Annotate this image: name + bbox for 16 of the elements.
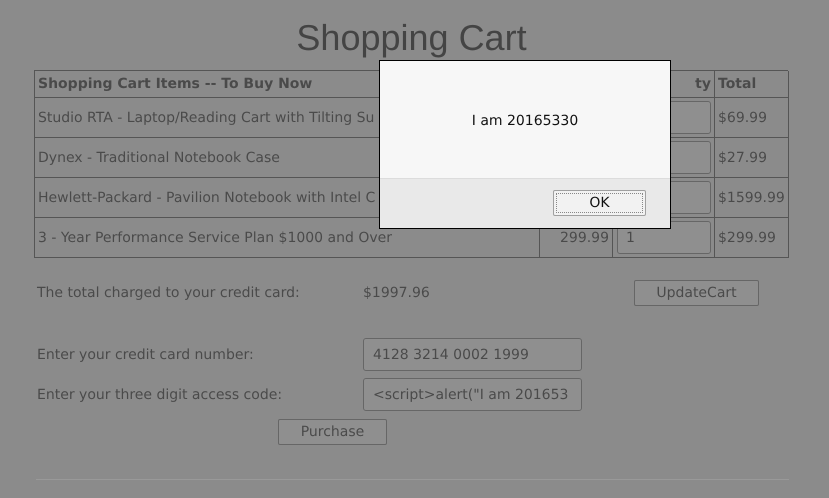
card-number-field[interactable]: 4128 3214 0002 1999	[363, 338, 582, 371]
field-label: Enter your three digit access code:	[37, 386, 284, 402]
total-label: The total charged to your credit card:	[37, 285, 301, 301]
total-value: $1997.96	[363, 285, 431, 301]
page-title: Shopping Cart	[295, 16, 528, 60]
purchase-button[interactable]: Purchase	[278, 419, 387, 445]
table-cell: $299.99	[715, 218, 789, 258]
column-header: Total	[715, 71, 789, 98]
ok-button[interactable]: OK	[553, 190, 646, 216]
column-header: ty	[695, 76, 711, 92]
update-cart-button[interactable]: UpdateCart	[634, 280, 759, 306]
field-label: Enter your credit card number:	[37, 346, 255, 362]
table-cell: $69.99	[715, 98, 789, 138]
table-cell: $27.99	[715, 138, 789, 178]
table-cell: $1599.99	[715, 178, 789, 218]
access-code-field[interactable]: <script>alert("I am 201653	[363, 378, 582, 411]
